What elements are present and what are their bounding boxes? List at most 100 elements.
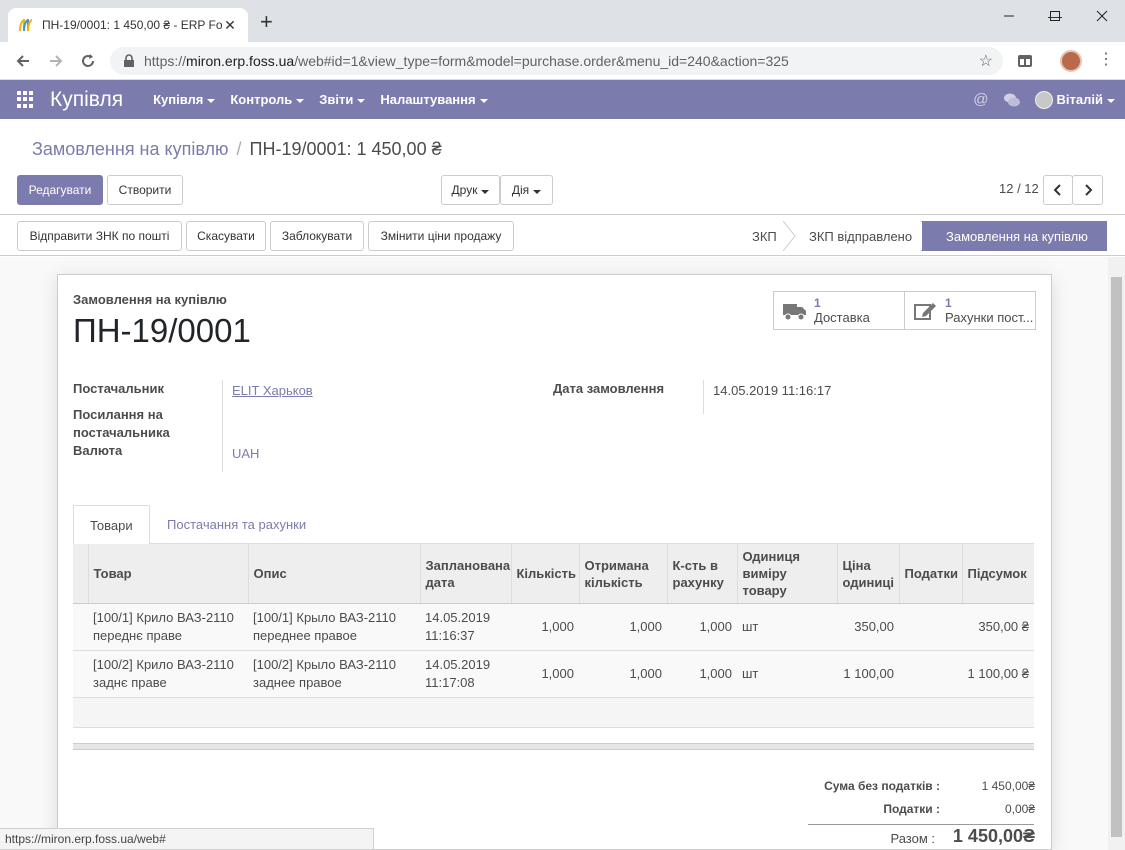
site-favicon-icon	[19, 18, 33, 32]
totals-divider	[808, 824, 1034, 825]
action-dropdown[interactable]: Дія	[500, 175, 553, 205]
tab-products[interactable]: Товари	[73, 505, 150, 545]
stage-rfq-sent[interactable]: ЗКП відправлено	[809, 221, 912, 251]
back-arrow-icon[interactable]	[12, 50, 34, 72]
print-dropdown[interactable]: Друк	[441, 175, 500, 205]
column-header-taxes[interactable]: Податки	[899, 544, 963, 604]
table-row[interactable]: [100/1] Крило ВАЗ-2110 переднє праве [10…	[73, 603, 1034, 651]
column-header-uom[interactable]: Одиниця виміру товару	[737, 544, 838, 604]
deliveries-count: 1	[814, 296, 821, 310]
stage-rfq[interactable]: ЗКП	[752, 221, 777, 251]
line-received: 1,000	[579, 650, 667, 698]
pencil-square-icon	[914, 302, 936, 320]
line-uom: шт	[737, 603, 837, 651]
menu-control[interactable]: Контроль	[230, 92, 304, 107]
total-amount-value: 1 450,00₴	[952, 826, 1035, 846]
line-qty: 1,000	[511, 603, 579, 651]
form-record-name: ПН-19/0001	[73, 312, 251, 349]
order-date-value: 14.05.2019 11:16:17	[713, 383, 832, 398]
breadcrumb-parent-link[interactable]: Замовлення на купівлю	[32, 139, 229, 159]
page-scrollbar[interactable]	[1108, 257, 1125, 850]
edit-button[interactable]: Редагувати	[17, 175, 103, 205]
cancel-order-button[interactable]: Скасувати	[186, 221, 266, 251]
vendor-bills-label: Рахунки пост...	[945, 310, 1034, 325]
line-price: 350,00	[837, 603, 899, 651]
app-name: Купівля	[50, 87, 124, 111]
vendor-ref-label-line1: Посилання на	[73, 407, 163, 422]
notebook-tabs: Товари Постачання та рахунки	[73, 505, 1034, 545]
chevron-right-icon	[1084, 184, 1092, 196]
column-header-invoiced[interactable]: К-сть в рахунку	[667, 544, 738, 604]
column-header-subtotal[interactable]: Підсумок	[962, 544, 1034, 604]
reload-icon[interactable]	[77, 50, 99, 72]
tab-close-icon[interactable]: ✕	[222, 17, 238, 34]
column-header-product[interactable]: Товар	[88, 544, 249, 604]
column-header-unit-price[interactable]: Ціна одиниці	[837, 544, 900, 604]
pager-next-button[interactable]	[1072, 175, 1103, 205]
line-subtotal: 350,00 ₴	[962, 603, 1034, 651]
print-label: Друк	[451, 183, 478, 197]
url-path: /web#id=1&view_type=form&model=purchase.…	[294, 53, 789, 69]
deliveries-label: Доставка	[814, 310, 870, 325]
order-date-label: Дата замовлення	[553, 381, 665, 396]
apps-grid-icon[interactable]	[17, 90, 35, 109]
line-taxes	[899, 603, 962, 651]
window-minimize-icon[interactable]	[986, 0, 1032, 32]
handle-column-header	[73, 544, 89, 604]
create-button[interactable]: Створити	[107, 175, 183, 205]
at-sign-icon[interactable]: @	[973, 91, 988, 108]
user-menu[interactable]: Віталій	[1034, 90, 1115, 109]
column-header-description[interactable]: Опис	[248, 544, 421, 604]
total-amount-label: Разом :	[890, 831, 935, 846]
partner-label: Постачальник	[73, 381, 164, 396]
new-tab-icon[interactable]: +	[260, 10, 273, 34]
window-maximize-icon[interactable]	[1032, 0, 1078, 32]
menu-settings[interactable]: Налаштування	[380, 92, 487, 107]
url-host: miron.erp.foss.ua	[186, 53, 295, 69]
currency-value[interactable]: UAH	[232, 445, 259, 463]
chat-bubbles-icon[interactable]	[1003, 92, 1021, 108]
partner-value[interactable]: ELIT Харьков	[232, 382, 313, 400]
browser-tab[interactable]: ПН-19/0001: 1 450,00 ₴ - ERP Fo ✕	[8, 8, 248, 42]
menu-reports[interactable]: Звіти	[319, 92, 365, 107]
send-rfq-email-button[interactable]: Відправити ЗНК по пошті	[17, 221, 182, 251]
order-lines-table: Товар Опис Запланована дата Кількість От…	[73, 544, 1034, 728]
user-name: Віталій	[1057, 92, 1115, 107]
browser-tab-strip: ПН-19/0001: 1 450,00 ₴ - ERP Fo ✕ + —	[0, 0, 1125, 42]
deliveries-smart-button[interactable]: 1 Доставка	[773, 291, 905, 330]
untaxed-amount-value: 1 450,00₴	[981, 779, 1035, 793]
profile-avatar-icon[interactable]	[1060, 50, 1082, 72]
bookmark-star-icon[interactable]: ☆	[979, 51, 993, 71]
extension-icon[interactable]	[1016, 52, 1034, 70]
column-header-received[interactable]: Отримана кількість	[579, 544, 668, 604]
pager-previous-button[interactable]	[1043, 175, 1073, 205]
forward-arrow-icon[interactable]	[45, 50, 67, 72]
pager-value[interactable]: 12 / 12	[999, 181, 1039, 196]
line-invoiced: 1,000	[667, 603, 737, 651]
line-date: 14.05.2019 11:17:08	[420, 650, 511, 698]
browser-menu-icon[interactable]: ⋮	[1098, 52, 1114, 68]
window-close-icon[interactable]	[1079, 0, 1125, 32]
line-description: [100/2] Крыло ВАЗ-2110 заднее правое	[248, 650, 420, 698]
lock-icon	[124, 54, 134, 67]
table-header-row: Товар Опис Запланована дата Кількість От…	[73, 544, 1034, 604]
vendor-bills-smart-button[interactable]: 1 Рахунки пост...	[904, 291, 1036, 330]
breadcrumb-current: ПН-19/0001: 1 450,00 ₴	[249, 139, 442, 159]
browser-tab-title: ПН-19/0001: 1 450,00 ₴ - ERP Fo	[42, 18, 222, 32]
main-navbar: Купівля Купівля Контроль Звіти Налаштува…	[0, 80, 1125, 119]
stage-purchase-order[interactable]: Замовлення на купівлю	[922, 221, 1107, 251]
menu-purchase[interactable]: Купівля	[153, 92, 215, 107]
line-description: [100/1] Крыло ВАЗ-2110 переднее правое	[248, 603, 420, 651]
line-product: [100/1] Крило ВАЗ-2110 переднє праве	[88, 603, 248, 651]
lock-order-button[interactable]: Заблокувати	[270, 221, 364, 251]
table-row[interactable]: [100/2] Крило ВАЗ-2110 заднє праве [100/…	[73, 650, 1034, 698]
column-header-quantity[interactable]: Кількість	[511, 544, 580, 604]
line-price: 1 100,00	[837, 650, 899, 698]
column-header-scheduled-date[interactable]: Запланована дата	[420, 544, 512, 604]
tab-deliveries-invoices[interactable]: Постачання та рахунки	[151, 505, 322, 544]
address-bar[interactable]: https://miron.erp.foss.ua/web#id=1&view_…	[110, 47, 1003, 75]
breadcrumb: Замовлення на купівлю / ПН-19/0001: 1 450,…	[32, 139, 442, 159]
truck-icon	[783, 303, 806, 320]
change-sale-prices-button[interactable]: Змінити ціни продажу	[368, 221, 514, 251]
untaxed-amount-label: Сума без податків :	[824, 779, 940, 793]
